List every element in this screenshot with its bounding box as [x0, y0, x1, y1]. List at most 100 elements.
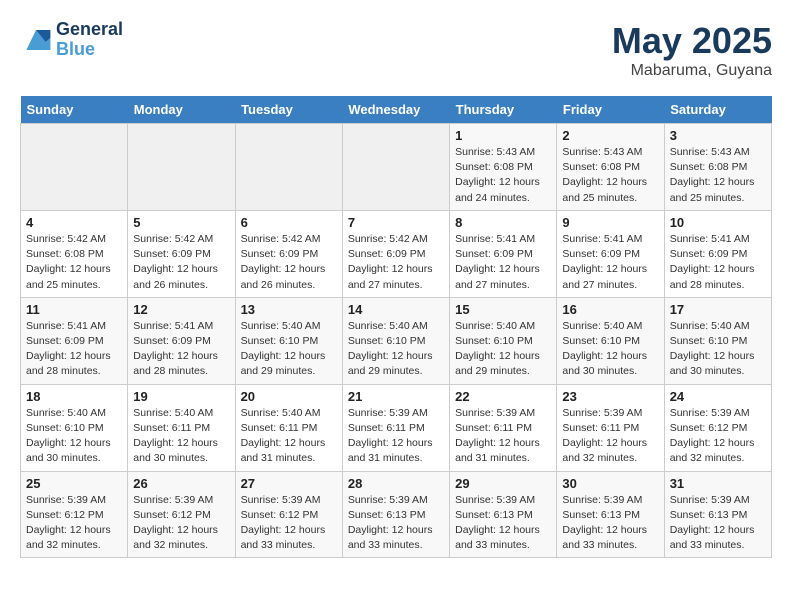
day-info: Sunrise: 5:41 AM Sunset: 6:09 PM Dayligh…	[562, 232, 658, 293]
day-info: Sunrise: 5:39 AM Sunset: 6:11 PM Dayligh…	[562, 406, 658, 467]
day-info: Sunrise: 5:41 AM Sunset: 6:09 PM Dayligh…	[26, 319, 122, 380]
day-number: 31	[670, 476, 766, 491]
title-block: May 2025 Mabaruma, Guyana	[612, 20, 772, 80]
day-number: 13	[241, 302, 337, 317]
day-info: Sunrise: 5:39 AM Sunset: 6:11 PM Dayligh…	[455, 406, 551, 467]
day-number: 26	[133, 476, 229, 491]
calendar-cell: 5Sunrise: 5:42 AM Sunset: 6:09 PM Daylig…	[128, 210, 235, 297]
day-number: 22	[455, 389, 551, 404]
day-number: 30	[562, 476, 658, 491]
calendar-week-row: 25 Sunrise: 5:39 AM Sunset: 6:12 PM Dayli…	[21, 471, 772, 558]
day-number: 1	[455, 128, 551, 143]
column-header-monday: Monday	[128, 96, 235, 124]
day-info: Sunrise: 5:40 AM Sunset: 6:10 PM Dayligh…	[455, 319, 551, 380]
calendar-cell: 24Sunrise: 5:39 AM Sunset: 6:12 PM Dayli…	[664, 384, 771, 471]
day-info: Sunrise: 5:43 AM Sunset: 6:08 PM Dayligh…	[670, 145, 766, 206]
calendar-week-row: 18Sunrise: 5:40 AM Sunset: 6:10 PM Dayli…	[21, 384, 772, 471]
day-number: 23	[562, 389, 658, 404]
day-number: 28	[348, 476, 444, 491]
day-info: Sunrise: 5:43 AM Sunset: 6:08 PM Dayligh…	[562, 145, 658, 206]
day-number: 3	[670, 128, 766, 143]
day-number: 25	[26, 476, 122, 491]
calendar-cell: 16Sunrise: 5:40 AM Sunset: 6:10 PM Dayli…	[557, 297, 664, 384]
day-info: Sunrise: 5:40 AM Sunset: 6:10 PM Dayligh…	[348, 319, 444, 380]
calendar-cell: 12 Sunrise: 5:41 AM Sunset: 6:09 PM Dayli…	[128, 297, 235, 384]
calendar-cell: 22 Sunrise: 5:39 AM Sunset: 6:11 PM Dayli…	[450, 384, 557, 471]
day-info: Sunrise: 5:40 AM Sunset: 6:10 PM Dayligh…	[241, 319, 337, 380]
day-number: 12	[133, 302, 229, 317]
day-number: 8	[455, 215, 551, 230]
page-header: General Blue May 2025 Mabaruma, Guyana	[20, 20, 772, 80]
calendar-cell: 28 Sunrise: 5:39 AM Sunset: 6:13 PM Dayli…	[342, 471, 449, 558]
calendar-cell: 11 Sunrise: 5:41 AM Sunset: 6:09 PM Dayli…	[21, 297, 128, 384]
day-info: Sunrise: 5:39 AM Sunset: 6:12 PM Dayligh…	[133, 493, 229, 554]
calendar-cell: 17 Sunrise: 5:40 AM Sunset: 6:10 PM Dayli…	[664, 297, 771, 384]
day-info: Sunrise: 5:42 AM Sunset: 6:08 PM Dayligh…	[26, 232, 122, 293]
calendar-cell: 18Sunrise: 5:40 AM Sunset: 6:10 PM Dayli…	[21, 384, 128, 471]
day-info: Sunrise: 5:42 AM Sunset: 6:09 PM Dayligh…	[348, 232, 444, 293]
day-info: Sunrise: 5:40 AM Sunset: 6:10 PM Dayligh…	[670, 319, 766, 380]
day-number: 19	[133, 389, 229, 404]
day-number: 9	[562, 215, 658, 230]
day-info: Sunrise: 5:39 AM Sunset: 6:11 PM Dayligh…	[348, 406, 444, 467]
day-number: 4	[26, 215, 122, 230]
day-info: Sunrise: 5:43 AM Sunset: 6:08 PM Dayligh…	[455, 145, 551, 206]
day-number: 14	[348, 302, 444, 317]
calendar-cell: 25 Sunrise: 5:39 AM Sunset: 6:12 PM Dayli…	[21, 471, 128, 558]
calendar-week-row: 4 Sunrise: 5:42 AM Sunset: 6:08 PM Daylig…	[21, 210, 772, 297]
column-header-tuesday: Tuesday	[235, 96, 342, 124]
day-number: 10	[670, 215, 766, 230]
day-info: Sunrise: 5:39 AM Sunset: 6:13 PM Dayligh…	[348, 493, 444, 554]
calendar-cell: 31 Sunrise: 5:39 AM Sunset: 6:13 PM Dayli…	[664, 471, 771, 558]
day-number: 2	[562, 128, 658, 143]
day-info: Sunrise: 5:39 AM Sunset: 6:12 PM Dayligh…	[26, 493, 122, 554]
column-header-thursday: Thursday	[450, 96, 557, 124]
day-number: 18	[26, 389, 122, 404]
day-info: Sunrise: 5:39 AM Sunset: 6:12 PM Dayligh…	[670, 406, 766, 467]
calendar-header-row: SundayMondayTuesdayWednesdayThursdayFrid…	[21, 96, 772, 124]
calendar-cell: 29Sunrise: 5:39 AM Sunset: 6:13 PM Dayli…	[450, 471, 557, 558]
calendar-cell	[235, 124, 342, 211]
calendar-cell: 19Sunrise: 5:40 AM Sunset: 6:11 PM Dayli…	[128, 384, 235, 471]
logo: General Blue	[20, 20, 123, 60]
calendar-cell: 2 Sunrise: 5:43 AM Sunset: 6:08 PM Daylig…	[557, 124, 664, 211]
calendar-cell: 23 Sunrise: 5:39 AM Sunset: 6:11 PM Dayli…	[557, 384, 664, 471]
calendar-cell: 14 Sunrise: 5:40 AM Sunset: 6:10 PM Dayli…	[342, 297, 449, 384]
day-number: 17	[670, 302, 766, 317]
calendar-week-row: 1 Sunrise: 5:43 AM Sunset: 6:08 PM Daylig…	[21, 124, 772, 211]
calendar-cell: 27Sunrise: 5:39 AM Sunset: 6:12 PM Dayli…	[235, 471, 342, 558]
day-number: 29	[455, 476, 551, 491]
day-number: 21	[348, 389, 444, 404]
column-header-wednesday: Wednesday	[342, 96, 449, 124]
day-number: 11	[26, 302, 122, 317]
calendar-table: SundayMondayTuesdayWednesdayThursdayFrid…	[20, 96, 772, 558]
day-info: Sunrise: 5:42 AM Sunset: 6:09 PM Dayligh…	[133, 232, 229, 293]
calendar-cell	[128, 124, 235, 211]
logo-line1: General	[56, 20, 123, 40]
calendar-cell: 3 Sunrise: 5:43 AM Sunset: 6:08 PM Daylig…	[664, 124, 771, 211]
calendar-cell: 30 Sunrise: 5:39 AM Sunset: 6:13 PM Dayli…	[557, 471, 664, 558]
day-number: 7	[348, 215, 444, 230]
calendar-cell: 9 Sunrise: 5:41 AM Sunset: 6:09 PM Daylig…	[557, 210, 664, 297]
calendar-cell: 1 Sunrise: 5:43 AM Sunset: 6:08 PM Daylig…	[450, 124, 557, 211]
calendar-week-row: 11 Sunrise: 5:41 AM Sunset: 6:09 PM Dayli…	[21, 297, 772, 384]
day-info: Sunrise: 5:42 AM Sunset: 6:09 PM Dayligh…	[241, 232, 337, 293]
month-year-title: May 2025	[612, 20, 772, 62]
day-number: 6	[241, 215, 337, 230]
column-header-friday: Friday	[557, 96, 664, 124]
day-number: 20	[241, 389, 337, 404]
calendar-cell: 10 Sunrise: 5:41 AM Sunset: 6:09 PM Dayli…	[664, 210, 771, 297]
day-info: Sunrise: 5:41 AM Sunset: 6:09 PM Dayligh…	[670, 232, 766, 293]
column-header-saturday: Saturday	[664, 96, 771, 124]
day-info: Sunrise: 5:41 AM Sunset: 6:09 PM Dayligh…	[455, 232, 551, 293]
calendar-cell: 13 Sunrise: 5:40 AM Sunset: 6:10 PM Dayli…	[235, 297, 342, 384]
calendar-cell: 4 Sunrise: 5:42 AM Sunset: 6:08 PM Daylig…	[21, 210, 128, 297]
day-info: Sunrise: 5:39 AM Sunset: 6:13 PM Dayligh…	[562, 493, 658, 554]
day-info: Sunrise: 5:41 AM Sunset: 6:09 PM Dayligh…	[133, 319, 229, 380]
day-info: Sunrise: 5:39 AM Sunset: 6:13 PM Dayligh…	[670, 493, 766, 554]
calendar-cell: 21 Sunrise: 5:39 AM Sunset: 6:11 PM Dayli…	[342, 384, 449, 471]
day-number: 27	[241, 476, 337, 491]
calendar-cell: 7 Sunrise: 5:42 AM Sunset: 6:09 PM Daylig…	[342, 210, 449, 297]
calendar-cell: 6 Sunrise: 5:42 AM Sunset: 6:09 PM Daylig…	[235, 210, 342, 297]
calendar-cell: 26 Sunrise: 5:39 AM Sunset: 6:12 PM Dayli…	[128, 471, 235, 558]
